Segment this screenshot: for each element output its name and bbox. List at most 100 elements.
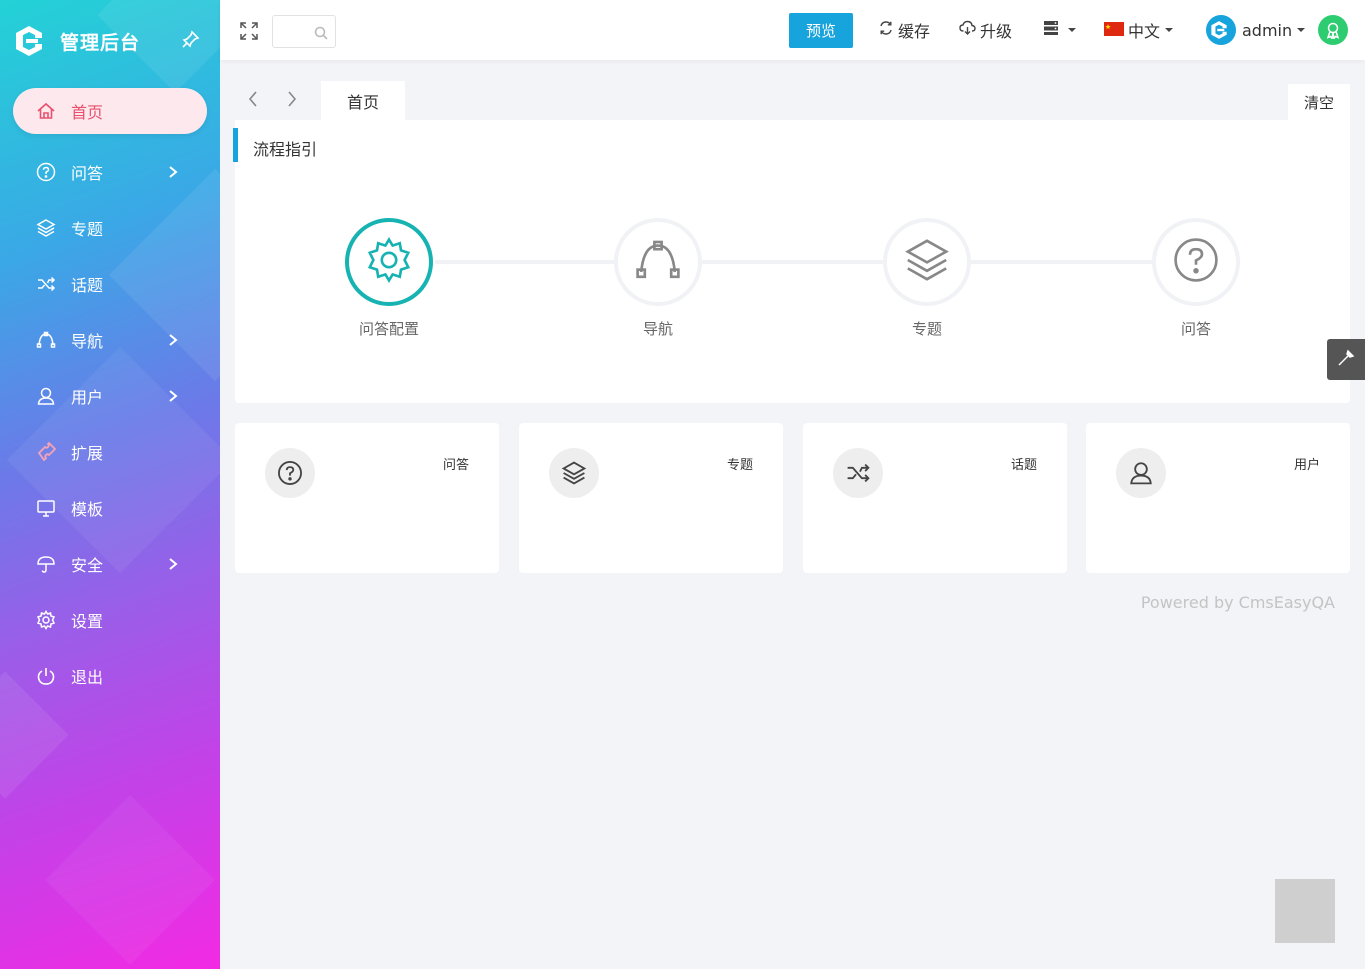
stat-card-users[interactable]: 用户 (1086, 423, 1350, 573)
pin-icon[interactable] (182, 30, 200, 52)
guide-connector (435, 260, 615, 264)
chevron-right-icon (168, 164, 178, 183)
sidebar-item-security[interactable]: 安全 (0, 536, 220, 592)
card-label: 用户 (1293, 458, 1320, 473)
sidebar-item-extensions[interactable]: 扩展 (0, 424, 220, 480)
sidebar-item-logout[interactable]: 退出 (0, 648, 220, 704)
back-to-top-button[interactable] (1275, 879, 1335, 943)
search-input[interactable] (272, 15, 336, 48)
puzzle-icon (36, 442, 56, 462)
stat-card-tags[interactable]: 话题 (803, 423, 1067, 573)
step-circle (883, 218, 971, 306)
tab-next-icon[interactable] (286, 90, 298, 112)
refresh-icon (878, 20, 898, 40)
home-icon (36, 101, 56, 121)
china-flag-icon (1104, 21, 1128, 40)
caret-down-icon (1297, 28, 1306, 32)
sidebar-item-tags[interactable]: 话题 (0, 256, 220, 312)
brand-title: 管理后台 (60, 31, 141, 54)
avatar (1206, 15, 1236, 45)
sidebar-item-label: 安全 (71, 556, 104, 575)
tabs-bar: 首页 清空 (235, 80, 1350, 120)
user-icon (36, 386, 56, 406)
upgrade-button[interactable]: 升级 (959, 0, 1012, 60)
step-label: 导航 (642, 320, 673, 338)
card-label: 专题 (726, 458, 753, 473)
sidebar-item-templates[interactable]: 模板 (0, 480, 220, 536)
guide-step-topics[interactable]: 专题 (883, 218, 971, 338)
user-menu[interactable]: admin (1206, 0, 1306, 60)
cache-label: 缓存 (898, 22, 931, 41)
step-label: 问答 (1180, 320, 1211, 338)
sidebar-item-users[interactable]: 用户 (0, 368, 220, 424)
server-menu[interactable] (1043, 0, 1076, 60)
sidebar: 管理后台 首页 问答 专题 话题 导航 用户 扩展 模板 安全 设置 退出 (0, 0, 220, 969)
sidebar-item-home[interactable]: 首页 (13, 88, 207, 134)
tab-home[interactable]: 首页 (321, 81, 405, 120)
step-label: 专题 (911, 320, 942, 338)
sidebar-item-label: 模板 (71, 500, 104, 519)
bezier-icon (634, 236, 682, 288)
search-icon[interactable] (314, 25, 328, 44)
step-circle (614, 218, 702, 306)
sidebar-item-label: 导航 (71, 332, 104, 351)
power-icon (36, 666, 56, 686)
clear-tabs-button[interactable]: 清空 (1288, 84, 1350, 120)
brand-logo-icon (14, 24, 44, 58)
umbrella-icon (36, 554, 56, 574)
language-menu[interactable]: 中文 (1104, 0, 1174, 60)
question-circle-icon (265, 448, 315, 498)
sidebar-item-label: 设置 (71, 612, 104, 631)
chevron-right-icon (168, 332, 178, 351)
sidebar-item-label: 用户 (71, 388, 104, 407)
tab-prev-icon[interactable] (247, 90, 259, 112)
guide-title-accent (233, 128, 238, 162)
preview-button[interactable]: 预览 (789, 13, 853, 48)
sidebar-item-label: 扩展 (71, 444, 104, 463)
guide-step-qa-config[interactable]: 问答配置 (345, 218, 433, 338)
powered-by: Powered by CmsEasyQA (1140, 593, 1335, 612)
shuffle-icon (833, 448, 883, 498)
fullscreen-icon[interactable] (240, 22, 258, 44)
stat-card-topics[interactable]: 专题 (519, 423, 783, 573)
shuffle-icon (36, 274, 56, 294)
language-label: 中文 (1128, 22, 1161, 41)
step-circle (1152, 218, 1240, 306)
guide-step-nav[interactable]: 导航 (614, 218, 702, 338)
sidebar-item-settings[interactable]: 设置 (0, 592, 220, 648)
sidebar-item-nav[interactable]: 导航 (0, 312, 220, 368)
sidebar-item-topics[interactable]: 专题 (0, 200, 220, 256)
cache-button[interactable]: 缓存 (878, 0, 930, 60)
topbar: 预览 缓存 升级 中文 admin (220, 0, 1365, 60)
question-circle-icon (36, 162, 56, 182)
gear-icon (36, 610, 56, 630)
user-name: admin (1242, 20, 1293, 40)
server-icon (1043, 20, 1063, 40)
sidebar-item-label: 问答 (71, 164, 104, 183)
caret-down-icon (1068, 28, 1076, 32)
monitor-icon (36, 498, 56, 518)
card-label: 问答 (442, 458, 469, 473)
chevron-right-icon (168, 556, 178, 575)
gear-icon (365, 236, 413, 288)
guide-connector (971, 260, 1154, 264)
stat-card-qa[interactable]: 问答 (235, 423, 499, 573)
guide-title: 流程指引 (253, 140, 318, 159)
sidebar-item-qa[interactable]: 问答 (0, 144, 220, 200)
sidebar-decoration (45, 795, 215, 965)
wand-icon (1337, 349, 1355, 371)
layers-icon (903, 236, 951, 288)
cloud-download-icon (959, 20, 980, 40)
chevron-right-icon (168, 388, 178, 407)
side-tool-button[interactable] (1327, 339, 1365, 380)
layers-icon (36, 218, 56, 238)
guide-step-qa[interactable]: 问答 (1152, 218, 1240, 338)
sidebar-item-label: 专题 (71, 220, 104, 239)
sidebar-item-label: 话题 (71, 276, 104, 295)
question-circle-icon (1172, 236, 1220, 288)
brand[interactable]: 管理后台 (14, 22, 140, 60)
badge-icon[interactable] (1318, 15, 1348, 45)
sidebar-menu: 首页 问答 专题 话题 导航 用户 扩展 模板 安全 设置 退出 (0, 88, 220, 704)
sidebar-item-label: 首页 (71, 103, 104, 122)
layers-icon (549, 448, 599, 498)
